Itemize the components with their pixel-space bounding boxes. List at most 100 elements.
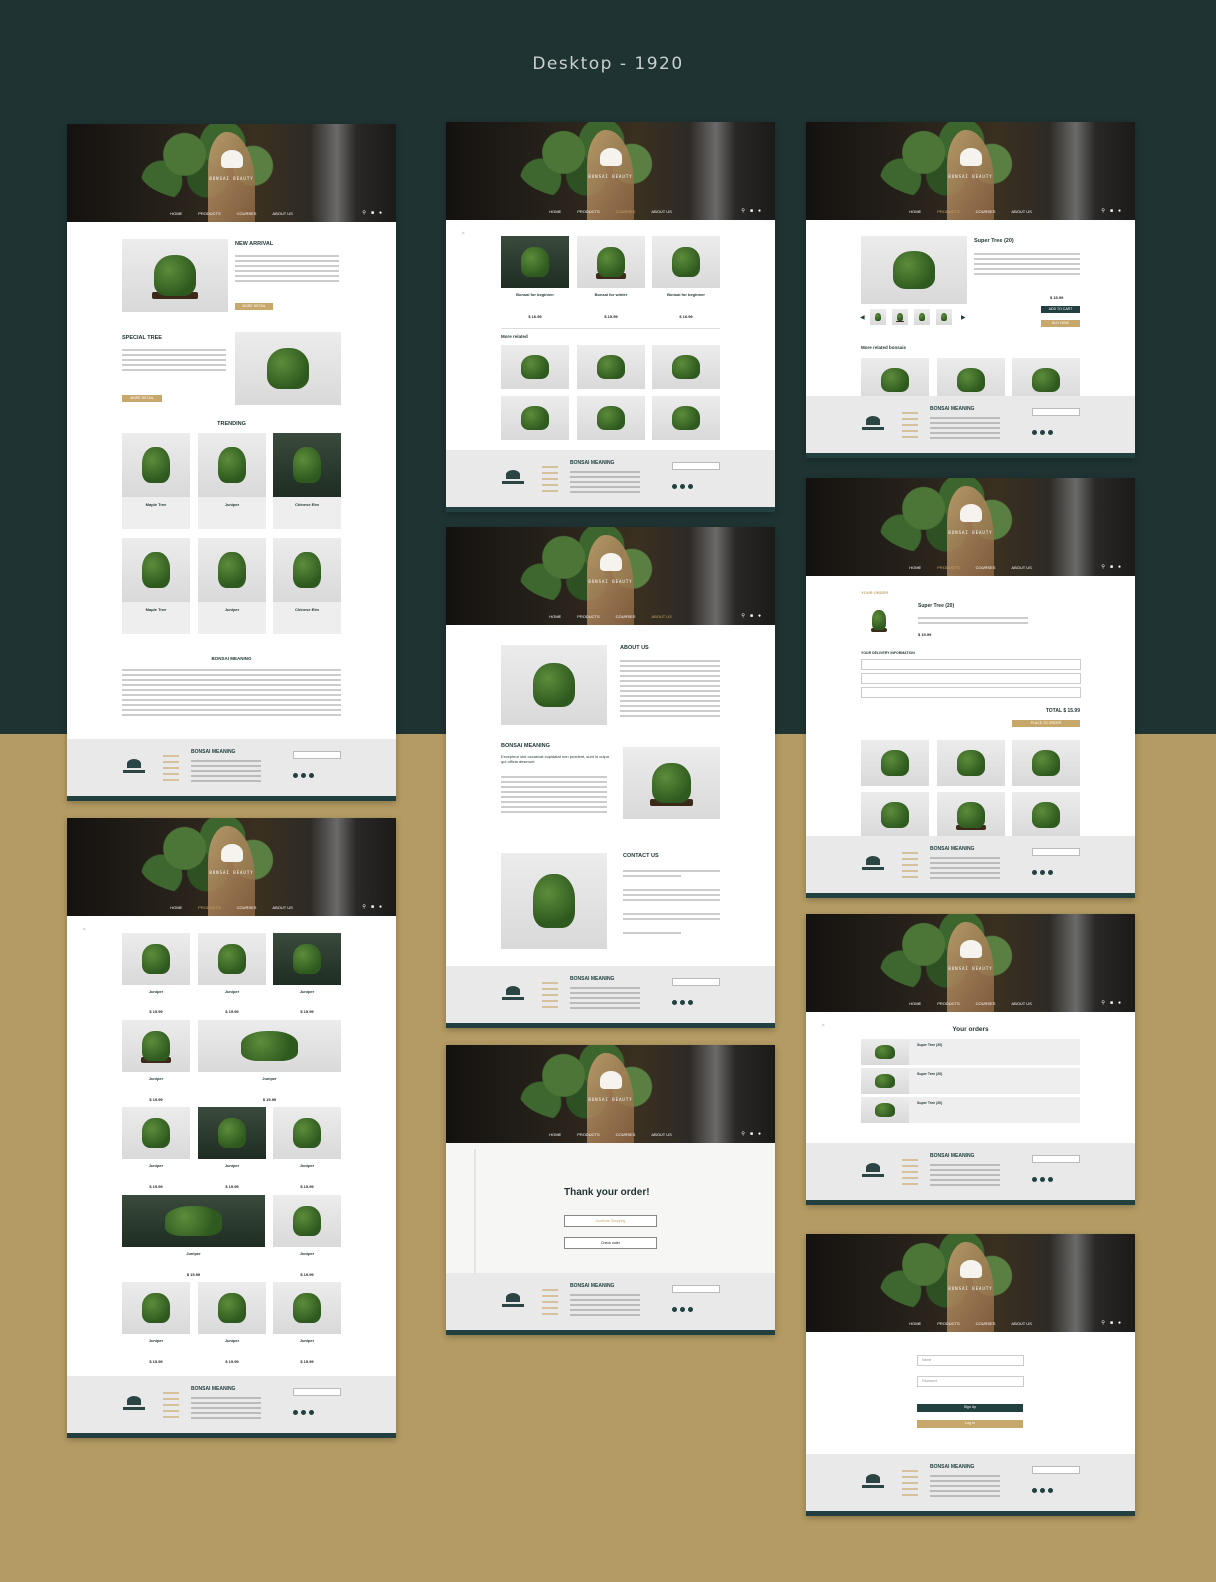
- search-icon[interactable]: ⚲: [362, 210, 366, 216]
- category-image[interactable]: [577, 236, 645, 288]
- suggested-image[interactable]: [861, 740, 929, 786]
- product-image[interactable]: [122, 1020, 190, 1072]
- suggested-image[interactable]: [861, 792, 929, 838]
- user-icon[interactable]: ●: [758, 208, 761, 214]
- product-image[interactable]: [198, 1020, 341, 1072]
- search-icon[interactable]: ⚲: [741, 208, 745, 214]
- order-row[interactable]: Super Tree (20): [861, 1097, 1080, 1123]
- suggested-image[interactable]: [1012, 792, 1080, 838]
- continue-shopping-button[interactable]: Continue Shopping: [564, 1215, 657, 1227]
- log-in-button[interactable]: Log in: [917, 1420, 1023, 1428]
- nav-about[interactable]: ABOUT US: [272, 211, 292, 216]
- cart-icon[interactable]: ■: [1110, 1000, 1113, 1006]
- search-icon[interactable]: ⚲: [362, 904, 366, 910]
- related-image[interactable]: [577, 396, 645, 440]
- product-image[interactable]: [273, 1107, 341, 1159]
- product-image[interactable]: [273, 933, 341, 985]
- twitter-icon[interactable]: [301, 773, 306, 778]
- cart-icon[interactable]: ■: [750, 208, 753, 214]
- product-image[interactable]: [122, 1195, 265, 1247]
- trend-card[interactable]: Chinese Elm: [273, 538, 341, 634]
- user-icon[interactable]: ●: [1118, 208, 1121, 214]
- thumbnail[interactable]: [892, 309, 908, 325]
- suggested-image[interactable]: [937, 740, 1005, 786]
- suggested-image[interactable]: [1012, 740, 1080, 786]
- search-icon[interactable]: ⚲: [741, 1131, 745, 1137]
- related-image[interactable]: [501, 396, 569, 440]
- product-image[interactable]: [198, 1107, 266, 1159]
- footer: BONSAI MEANING: [446, 966, 775, 1028]
- thumbnail[interactable]: [870, 309, 886, 325]
- category-image[interactable]: [652, 236, 720, 288]
- instagram-icon[interactable]: [309, 773, 314, 778]
- user-icon[interactable]: ●: [379, 210, 382, 216]
- new-arrival-text: [235, 252, 339, 285]
- trend-card[interactable]: Maple Tree: [122, 433, 190, 529]
- product-image[interactable]: [198, 933, 266, 985]
- password-input[interactable]: Password: [917, 1376, 1024, 1387]
- category-image[interactable]: [501, 236, 569, 288]
- cart-icon[interactable]: ■: [371, 904, 374, 910]
- user-icon[interactable]: ●: [758, 613, 761, 619]
- facebook-icon[interactable]: [293, 773, 298, 778]
- language-select[interactable]: [293, 751, 341, 759]
- trend-card[interactable]: Juniper: [198, 433, 266, 529]
- nav-courses[interactable]: COURSES: [237, 211, 257, 216]
- nav-home[interactable]: HOME: [170, 211, 182, 216]
- search-icon[interactable]: ⚲: [1101, 1000, 1105, 1006]
- search-icon[interactable]: ⚲: [1101, 1320, 1105, 1326]
- special-tree-image: [235, 332, 341, 405]
- bonsai-meaning-heading: BONSAI MEANING: [501, 743, 550, 749]
- sign-up-button[interactable]: Sign Up: [917, 1404, 1023, 1412]
- product-image[interactable]: [273, 1282, 341, 1334]
- page-title: Desktop - 1920: [532, 54, 684, 74]
- cart-icon[interactable]: ■: [371, 210, 374, 216]
- related-image[interactable]: [652, 396, 720, 440]
- related-image[interactable]: [577, 345, 645, 389]
- special-tree-text: [122, 346, 226, 374]
- user-icon[interactable]: ●: [1118, 1320, 1121, 1326]
- trend-card[interactable]: Juniper: [198, 538, 266, 634]
- order-item-price: $ 15.99: [918, 632, 932, 637]
- user-icon[interactable]: ●: [379, 904, 382, 910]
- trend-card[interactable]: Maple Tree: [122, 538, 190, 634]
- place-order-button[interactable]: PLACE TO ORDER: [1012, 720, 1080, 727]
- order-row[interactable]: Super Tree (20): [861, 1068, 1080, 1094]
- cart-icon[interactable]: ■: [750, 613, 753, 619]
- search-icon[interactable]: ⚲: [1101, 564, 1105, 570]
- nav-products[interactable]: PRODUCTS: [198, 211, 220, 216]
- address-input[interactable]: [861, 673, 1081, 684]
- prev-arrow-icon[interactable]: ◀: [860, 314, 865, 321]
- cart-icon[interactable]: ■: [1110, 208, 1113, 214]
- user-icon[interactable]: ●: [758, 1131, 761, 1137]
- check-order-button[interactable]: Check order: [564, 1237, 657, 1249]
- phone-input[interactable]: [861, 687, 1081, 698]
- product-image[interactable]: [122, 933, 190, 985]
- board-category: BONSAI BEAUTY HOME PRODUCTS COURSES ABOUT U…: [446, 122, 775, 512]
- related-image[interactable]: [652, 345, 720, 389]
- product-image[interactable]: [122, 1107, 190, 1159]
- name-input[interactable]: [861, 659, 1081, 670]
- more-detail-button-2[interactable]: MORE DETAIL: [122, 395, 162, 402]
- buy-now-button[interactable]: BUY NOW: [1041, 320, 1080, 327]
- user-icon[interactable]: ●: [1118, 1000, 1121, 1006]
- next-arrow-icon[interactable]: ▶: [961, 314, 966, 321]
- cart-icon[interactable]: ■: [1110, 1320, 1113, 1326]
- product-image[interactable]: [273, 1195, 341, 1247]
- product-image[interactable]: [198, 1282, 266, 1334]
- user-icon[interactable]: ●: [1118, 564, 1121, 570]
- thumbnail[interactable]: [914, 309, 930, 325]
- related-image[interactable]: [501, 345, 569, 389]
- add-to-cart-button[interactable]: ADD TO CART: [1041, 306, 1080, 313]
- thumbnail[interactable]: [936, 309, 952, 325]
- trend-card[interactable]: Chinese Elm: [273, 433, 341, 529]
- cart-icon[interactable]: ■: [1110, 564, 1113, 570]
- suggested-image[interactable]: [937, 792, 1005, 838]
- name-input[interactable]: Name: [917, 1355, 1024, 1366]
- search-icon[interactable]: ⚲: [1101, 208, 1105, 214]
- search-icon[interactable]: ⚲: [741, 613, 745, 619]
- product-image[interactable]: [122, 1282, 190, 1334]
- cart-icon[interactable]: ■: [750, 1131, 753, 1137]
- more-detail-button[interactable]: MORE DETAIL: [235, 303, 273, 310]
- order-row[interactable]: Super Tree (20): [861, 1039, 1080, 1065]
